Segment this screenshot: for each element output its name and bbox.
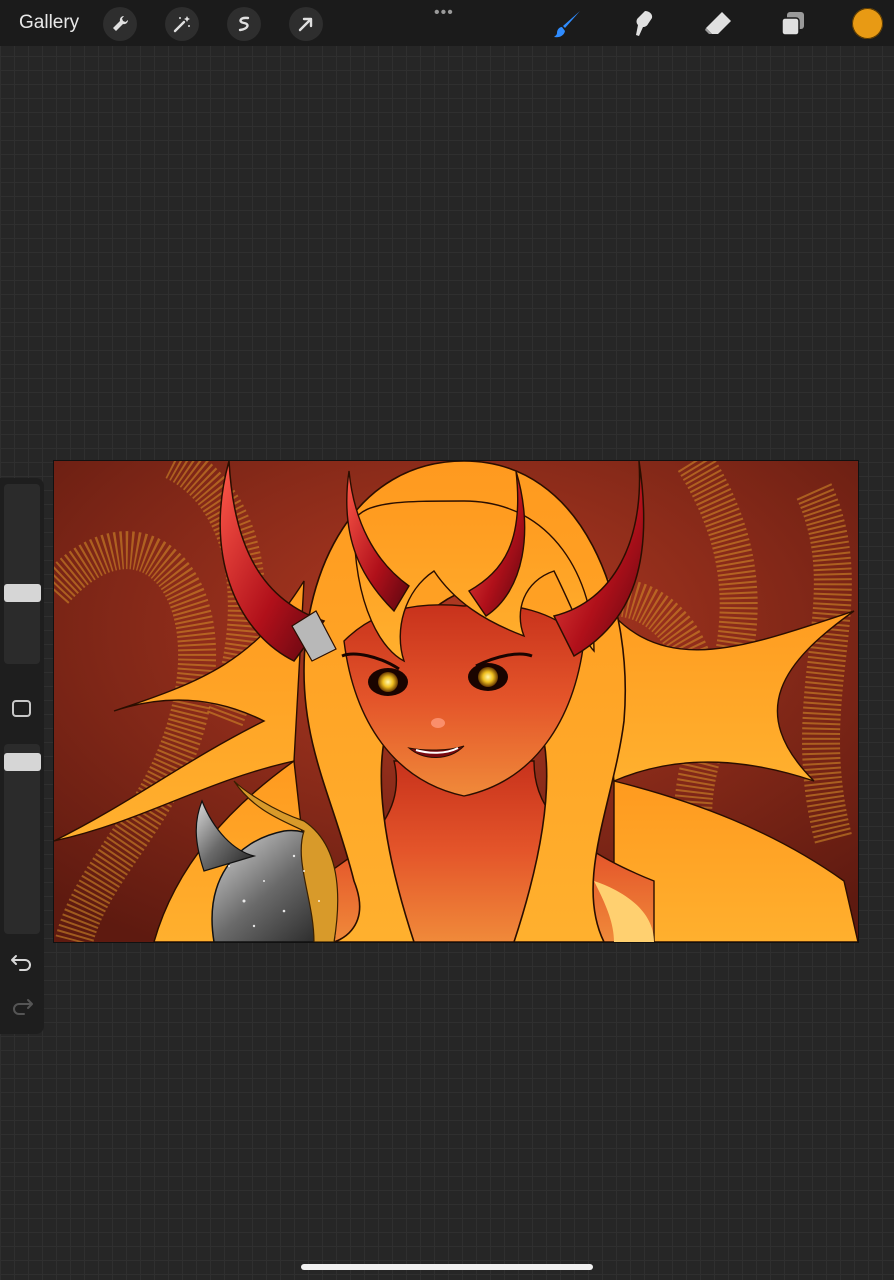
undo-button[interactable] bbox=[9, 950, 35, 974]
layers-button[interactable] bbox=[777, 8, 809, 40]
modify-button[interactable] bbox=[12, 700, 31, 717]
artwork bbox=[54, 461, 858, 942]
selection-icon bbox=[238, 16, 250, 32]
gallery-button[interactable]: Gallery bbox=[19, 12, 79, 34]
top-toolbar: Gallery ••• bbox=[0, 0, 894, 46]
layers-icon bbox=[781, 12, 804, 36]
undo-icon bbox=[11, 955, 31, 971]
more-options-button[interactable]: ••• bbox=[434, 4, 454, 22]
color-picker-button[interactable] bbox=[852, 8, 883, 39]
brush-size-slider[interactable] bbox=[4, 484, 40, 664]
wrench-icon bbox=[113, 15, 129, 31]
home-indicator[interactable] bbox=[301, 1264, 593, 1270]
opacity-slider-handle[interactable] bbox=[4, 753, 41, 771]
drawing-canvas[interactable] bbox=[54, 461, 858, 942]
redo-button[interactable] bbox=[9, 994, 35, 1018]
eraser-tool-button[interactable] bbox=[702, 8, 734, 40]
redo-icon bbox=[13, 999, 33, 1015]
transform-button[interactable] bbox=[289, 7, 323, 41]
eraser-icon bbox=[705, 12, 731, 34]
brush-tool-button[interactable] bbox=[552, 8, 584, 40]
brush-icon bbox=[554, 11, 580, 38]
brush-size-slider-handle[interactable] bbox=[4, 584, 41, 602]
opacity-slider[interactable] bbox=[4, 744, 40, 934]
transform-arrow-icon bbox=[298, 17, 313, 32]
adjustments-button[interactable] bbox=[165, 7, 199, 41]
smudge-tool-button[interactable] bbox=[627, 8, 659, 40]
smudge-icon bbox=[636, 11, 653, 36]
magic-wand-icon bbox=[173, 16, 190, 33]
selection-button[interactable] bbox=[227, 7, 261, 41]
left-sidebar bbox=[0, 478, 44, 1034]
actions-button[interactable] bbox=[103, 7, 137, 41]
